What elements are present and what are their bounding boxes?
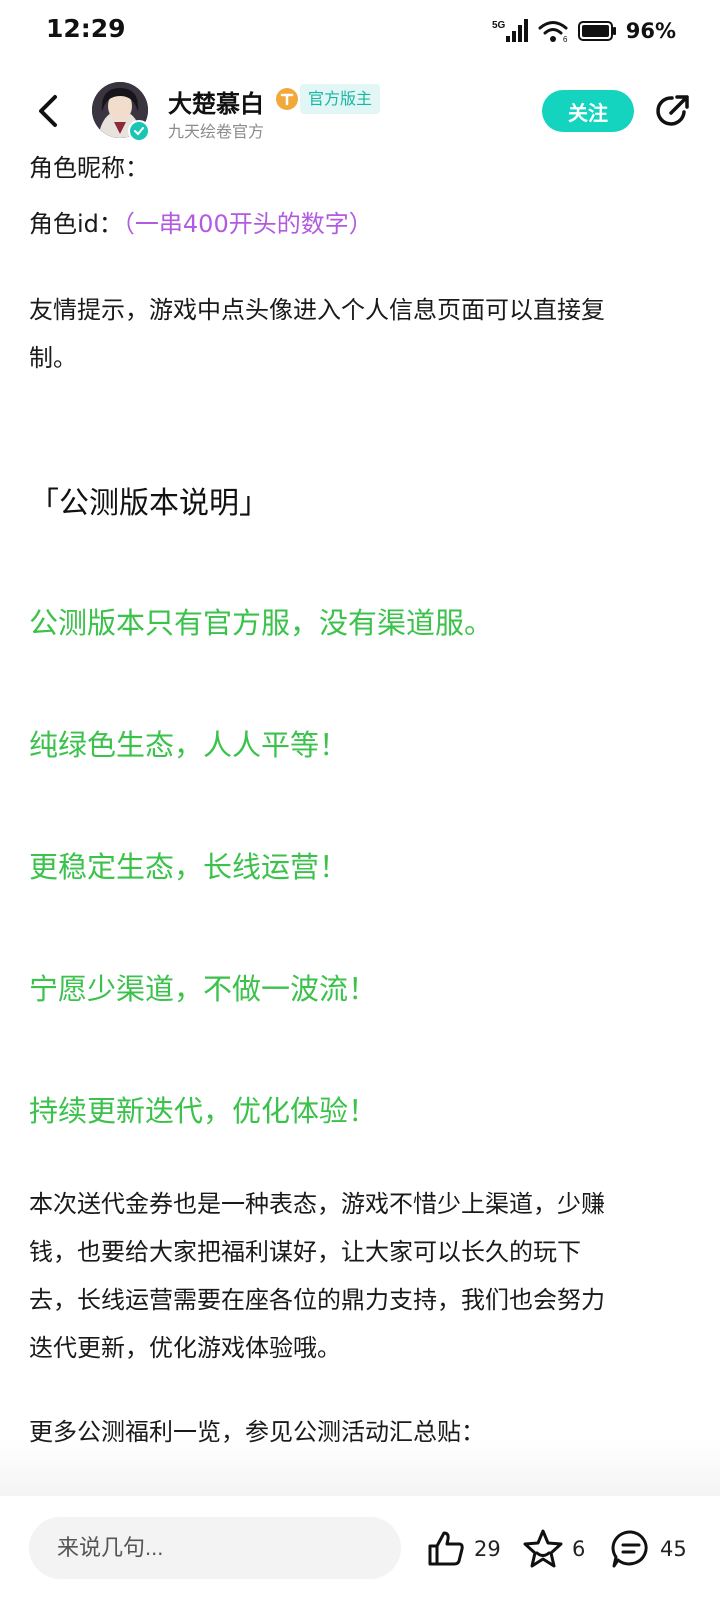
battery-icon (577, 21, 616, 41)
battery-percent: 96% (625, 19, 676, 43)
like-count: 29 (474, 1537, 501, 1561)
green-line-4: 宁愿少渠道，不做一波流！ (29, 972, 378, 1006)
paragraph-line-3: 去，长线运营需要在座各位的鼎力支持，我们也会努力 (29, 1286, 605, 1314)
green-line-3: 更稳定生态，长线运营！ (29, 850, 349, 884)
green-line-2: 纯绿色生态，人人平等！ (29, 728, 349, 762)
signal-icon: 5G (492, 19, 528, 42)
green-line-5: 持续更新迭代，优化体验！ (29, 1094, 378, 1128)
status-bar: 12:29 5G 6 96% (0, 0, 720, 62)
status-icons: 5G 6 96% (492, 16, 676, 46)
back-button[interactable] (28, 86, 68, 136)
scroll-fade (0, 1440, 720, 1496)
verified-icon (128, 120, 150, 142)
tip-text-line-1: 友情提示，游戏中点头像进入个人信息页面可以直接复 (29, 296, 605, 324)
role-badge: 官方版主 (300, 84, 381, 114)
role-id-label: 角色id： (29, 210, 123, 238)
comment-input[interactable] (29, 1517, 401, 1579)
favorite-count: 6 (572, 1537, 586, 1561)
paragraph-line-4: 迭代更新，优化游戏体验哦。 (29, 1334, 341, 1362)
section-title: 「公测版本说明」 (29, 486, 269, 521)
share-icon (656, 95, 689, 126)
tip-text-line-2: 制。 (29, 344, 77, 372)
follow-button[interactable]: 关注 (542, 90, 634, 132)
green-line-1: 公测版本只有官方服，没有渠道服。 (29, 606, 494, 640)
like-button[interactable]: 29 (426, 1526, 501, 1572)
star-icon (523, 1529, 563, 1568)
wifi-icon: 6 (538, 21, 568, 43)
role-id-line: 角色id：（一串400开头的数字） (29, 204, 373, 239)
network-label: 5G (492, 20, 506, 31)
author-subtitle: 九天绘卷官方 (168, 122, 265, 141)
role-nickname-line: 角色昵称： (29, 154, 149, 182)
thumbs-up-icon (428, 1531, 464, 1566)
level-badge-icon (276, 88, 298, 110)
paragraph-line-2: 钱，也要给大家把福利谋好，让大家可以长久的玩下 (29, 1238, 581, 1266)
bottom-action-bar: 29 6 45 (0, 1496, 720, 1601)
comment-icon (611, 1530, 648, 1568)
status-time: 12:29 (46, 14, 126, 43)
favorite-button[interactable]: 6 (522, 1526, 585, 1572)
share-button[interactable] (652, 90, 694, 132)
post-header: 大楚慕白 官方版主 九天绘卷官方 关注 (0, 72, 720, 150)
role-id-hint: （一串400开头的数字） (122, 210, 373, 238)
paragraph-line-1: 本次送代金券也是一种表态，游戏不惜少上渠道，少赚 (29, 1190, 605, 1218)
comment-button[interactable]: 45 (610, 1526, 687, 1572)
comment-count: 45 (660, 1537, 687, 1561)
svg-text:6: 6 (563, 35, 568, 43)
chevron-left-icon (39, 95, 57, 127)
author-name[interactable]: 大楚慕白 (168, 84, 264, 119)
